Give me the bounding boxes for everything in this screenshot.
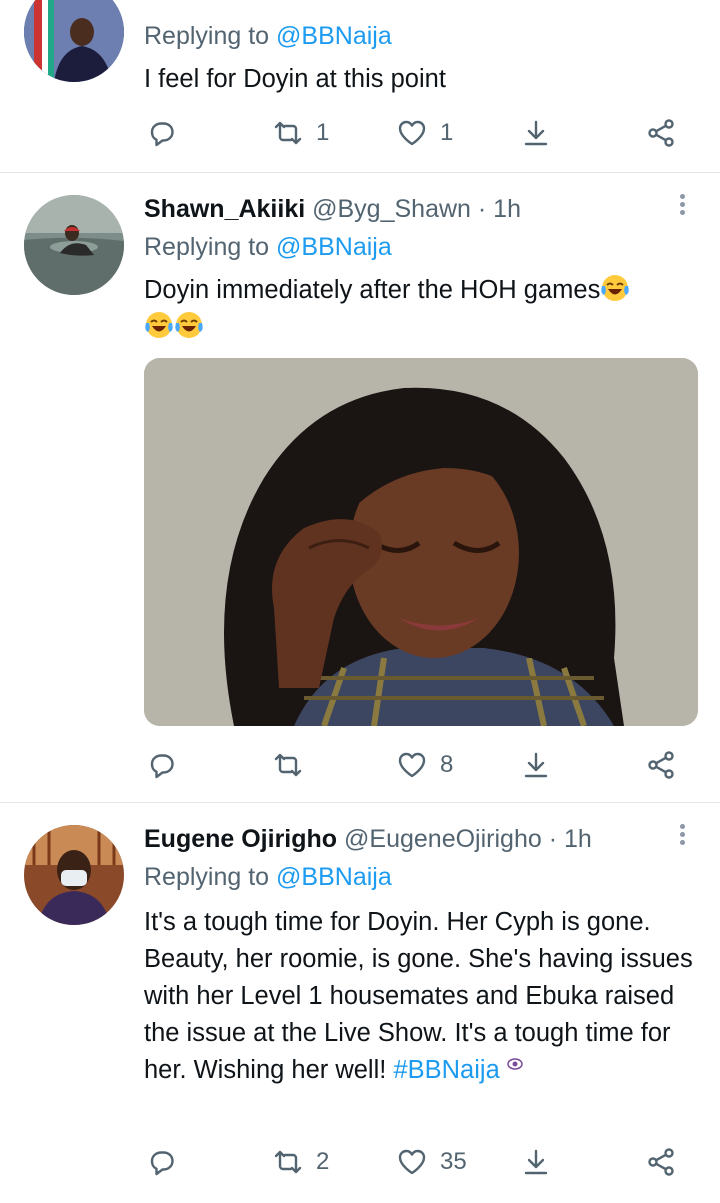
avatar-image: [24, 0, 124, 82]
download-button[interactable]: [520, 745, 552, 785]
download-button[interactable]: [520, 1142, 552, 1182]
download-icon: [524, 1149, 548, 1175]
like-button[interactable]: 35: [396, 1142, 467, 1182]
replying-to-label: Replying to: [144, 233, 270, 261]
timestamp[interactable]: · 1h: [478, 195, 521, 223]
reply-icon: [150, 122, 174, 147]
heart-icon: [398, 752, 426, 778]
like-count: 1: [440, 119, 454, 146]
like-count: 8: [440, 751, 454, 778]
hashtag-link[interactable]: #BBNaija: [393, 1056, 499, 1084]
tweet-3[interactable]: Eugene Ojirigho @EugeneOjirigho · 1h Rep…: [0, 803, 720, 1203]
avatar[interactable]: [24, 825, 124, 925]
download-icon: [524, 752, 548, 778]
share-icon: [648, 1148, 674, 1176]
tweet-2[interactable]: Shawn_Akiiki @Byg_Shawn · 1h Replying to…: [0, 173, 720, 801]
retweet-icon: [274, 1150, 302, 1174]
download-button[interactable]: [520, 113, 552, 153]
more-button[interactable]: [672, 191, 692, 221]
like-count: 35: [440, 1148, 467, 1175]
retweet-button[interactable]: 2: [272, 1142, 329, 1182]
tears-of-joy-emoji: [601, 275, 630, 301]
reply-icon: [150, 754, 174, 779]
heart-icon: [398, 1149, 426, 1175]
replying-to: Replying to @BBNaija: [144, 863, 392, 892]
share-button[interactable]: [645, 113, 677, 153]
tweet-text: It's a tough time for Doyin. Her Cyph is…: [144, 904, 694, 1089]
timestamp[interactable]: · 1h: [549, 825, 592, 853]
replying-to: Replying to @BBNaija: [144, 233, 392, 262]
tweet-text: Doyin immediately after the HOH games: [144, 272, 694, 346]
reply-icon: [150, 1151, 174, 1176]
retweet-icon: [274, 121, 302, 145]
user-handle[interactable]: @Byg_Shawn: [312, 195, 471, 223]
replying-to-label: Replying to: [144, 863, 270, 891]
retweet-count: 1: [316, 119, 330, 146]
avatar-image: [24, 825, 124, 925]
media-photo: [144, 358, 698, 726]
like-button[interactable]: 8: [396, 745, 453, 785]
tweet-actions: 2 35: [0, 1142, 720, 1182]
reply-button[interactable]: [146, 745, 178, 785]
replying-to-label: Replying to: [144, 22, 270, 50]
avatar-image: [24, 195, 124, 295]
share-button[interactable]: [645, 745, 677, 785]
tweet-1[interactable]: Replying to @BBNaija I feel for Doyin at…: [0, 0, 720, 172]
tweet-media-image[interactable]: [144, 358, 698, 726]
share-icon: [648, 751, 674, 779]
tears-of-joy-emoji: [145, 312, 173, 338]
more-vertical-icon: [672, 194, 692, 215]
heart-icon: [398, 120, 426, 146]
replying-to-handle[interactable]: @BBNaija: [276, 22, 392, 50]
like-button[interactable]: 1: [396, 113, 453, 153]
replying-to-handle[interactable]: @BBNaija: [276, 863, 392, 891]
reply-button[interactable]: [146, 113, 178, 153]
tears-of-joy-emoji: [175, 312, 203, 338]
reply-button[interactable]: [146, 1142, 178, 1182]
share-button[interactable]: [645, 1142, 677, 1182]
retweet-icon: [274, 753, 302, 777]
more-vertical-icon: [672, 824, 692, 845]
retweet-button[interactable]: [272, 745, 316, 785]
avatar[interactable]: [24, 0, 124, 82]
more-button[interactable]: [672, 821, 692, 851]
user-handle[interactable]: @EugeneOjirigho: [344, 825, 542, 853]
eye-icon: [507, 1058, 523, 1070]
tweet-header: Eugene Ojirigho @EugeneOjirigho · 1h: [144, 825, 592, 854]
tweet-header: Shawn_Akiiki @Byg_Shawn · 1h: [144, 195, 521, 224]
retweet-button[interactable]: 1: [272, 113, 329, 153]
avatar[interactable]: [24, 195, 124, 295]
tweet-actions: 8: [0, 745, 720, 785]
tweet-text-content: Doyin immediately after the HOH games: [144, 276, 601, 304]
retweet-count: 2: [316, 1148, 330, 1175]
tweet-text: I feel for Doyin at this point: [144, 65, 446, 93]
display-name[interactable]: Eugene Ojirigho: [144, 825, 337, 853]
display-name[interactable]: Shawn_Akiiki: [144, 195, 305, 223]
tweet-actions: 1 1: [0, 113, 720, 153]
replying-to-handle[interactable]: @BBNaija: [276, 233, 392, 261]
share-icon: [648, 119, 674, 147]
download-icon: [524, 120, 548, 146]
replying-to: Replying to @BBNaija: [144, 22, 392, 51]
